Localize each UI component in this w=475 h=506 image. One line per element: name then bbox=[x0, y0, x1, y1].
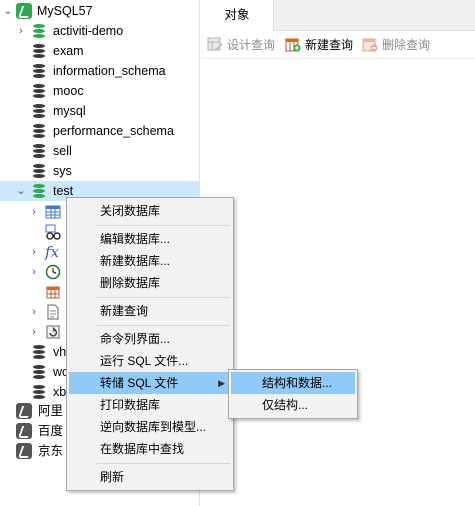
delete-query-icon bbox=[362, 38, 378, 52]
db-item-sys[interactable]: sys bbox=[0, 161, 199, 181]
design-query-icon bbox=[207, 37, 223, 51]
database-icon bbox=[33, 84, 45, 98]
menu-item-close-database[interactable]: 关闭数据库 bbox=[69, 200, 231, 222]
menu-item-find-in-database[interactable]: 在数据库中查找 bbox=[69, 438, 231, 460]
mysql-connection-icon bbox=[16, 423, 32, 439]
query-table-icon bbox=[46, 286, 60, 299]
collapse-arrow-icon[interactable]: ⌄ bbox=[16, 181, 26, 201]
new-query-label: 新建查询 bbox=[305, 38, 354, 52]
db-label: xb bbox=[53, 385, 67, 399]
mysql-connection-icon bbox=[16, 403, 32, 419]
dump-submenu: 结构和数据... 仅结构... bbox=[228, 369, 358, 419]
expand-arrow-icon[interactable]: › bbox=[29, 242, 39, 262]
tab-objects[interactable]: 对象 bbox=[201, 0, 274, 31]
menu-item-command-line[interactable]: 命令列界面... bbox=[69, 328, 231, 350]
db-label: sell bbox=[53, 144, 72, 158]
menu-separator bbox=[97, 463, 230, 464]
database-icon bbox=[33, 365, 45, 379]
expand-arrow-icon[interactable]: › bbox=[29, 262, 39, 282]
menu-item-delete-database[interactable]: 删除数据库 bbox=[69, 272, 231, 294]
database-open-icon bbox=[33, 184, 45, 198]
connection-label: 百度 bbox=[38, 424, 64, 438]
db-item-mooc[interactable]: mooc bbox=[0, 81, 199, 101]
expand-arrow-icon[interactable]: › bbox=[29, 202, 39, 222]
db-label: sys bbox=[53, 164, 72, 178]
db-item-information-schema[interactable]: information_schema bbox=[0, 61, 199, 81]
connection-label: MySQL57 bbox=[37, 4, 93, 18]
db-label: information_schema bbox=[53, 64, 166, 78]
database-icon bbox=[33, 64, 45, 78]
db-label: vh bbox=[53, 345, 67, 359]
design-query-label: 设计查询 bbox=[227, 38, 276, 52]
connection-label: 京东 bbox=[38, 444, 64, 458]
menu-item-edit-database[interactable]: 编辑数据库... bbox=[69, 228, 231, 250]
connection-label: 阿里 bbox=[38, 404, 64, 418]
new-query-icon bbox=[285, 38, 301, 52]
menu-item-new-query[interactable]: 新建查询 bbox=[69, 300, 231, 322]
db-label: activiti-demo bbox=[53, 24, 124, 38]
context-menu: 关闭数据库 编辑数据库... 新建数据库... 删除数据库 新建查询 命令列界面… bbox=[66, 197, 234, 491]
menu-separator bbox=[97, 325, 230, 326]
db-label: mysql bbox=[53, 104, 86, 118]
db-item-sell[interactable]: sell bbox=[0, 141, 199, 161]
database-open-icon bbox=[33, 24, 45, 38]
database-icon bbox=[33, 124, 45, 138]
menu-item-print-database[interactable]: 打印数据库 bbox=[69, 394, 231, 416]
menu-item-reverse-to-model[interactable]: 逆向数据库到模型... bbox=[69, 416, 231, 438]
menu-item-dump-sql-file[interactable]: 转储 SQL 文件 ▶ bbox=[69, 372, 231, 394]
database-icon bbox=[33, 104, 45, 118]
view-glasses-icon bbox=[45, 224, 61, 240]
delete-query-button[interactable]: 删除查询 bbox=[362, 36, 438, 54]
menu-item-run-sql-file[interactable]: 运行 SQL 文件... bbox=[69, 350, 231, 372]
db-label: mooc bbox=[53, 84, 84, 98]
database-icon bbox=[33, 164, 45, 178]
submenu-item-structure-and-data[interactable]: 结构和数据... bbox=[231, 372, 355, 394]
report-document-icon bbox=[47, 304, 59, 320]
submenu-item-structure-only[interactable]: 仅结构... bbox=[231, 394, 355, 416]
menu-item-refresh[interactable]: 刷新 bbox=[69, 466, 231, 488]
design-query-button[interactable]: 设计查询 bbox=[207, 36, 283, 54]
menu-separator bbox=[97, 297, 230, 298]
delete-query-label: 删除查询 bbox=[382, 38, 431, 52]
database-icon bbox=[33, 385, 45, 399]
database-icon bbox=[33, 345, 45, 359]
function-fx-icon: fx bbox=[45, 243, 60, 261]
expand-arrow-icon[interactable]: › bbox=[29, 302, 39, 322]
backup-icon bbox=[46, 325, 60, 339]
tab-bar: 对象 bbox=[201, 0, 475, 31]
database-icon bbox=[33, 44, 45, 58]
event-clock-icon bbox=[45, 264, 61, 280]
menu-item-new-database[interactable]: 新建数据库... bbox=[69, 250, 231, 272]
db-label: exam bbox=[53, 44, 84, 58]
db-item-exam[interactable]: exam bbox=[0, 41, 199, 61]
new-query-button[interactable]: 新建查询 bbox=[285, 36, 361, 54]
db-item-performance-schema[interactable]: performance_schema bbox=[0, 121, 199, 141]
collapse-arrow-icon[interactable]: ⌄ bbox=[3, 1, 13, 21]
expand-arrow-icon[interactable]: › bbox=[16, 21, 26, 41]
db-item-mysql[interactable]: mysql bbox=[0, 101, 199, 121]
db-label: performance_schema bbox=[53, 124, 174, 138]
expand-arrow-icon[interactable]: › bbox=[29, 322, 39, 342]
mysql-connection-icon bbox=[16, 443, 32, 459]
menu-separator bbox=[97, 225, 230, 226]
table-icon bbox=[45, 205, 61, 219]
db-item-activiti-demo[interactable]: › activiti-demo bbox=[0, 21, 199, 41]
connection-mysql57[interactable]: ⌄ MySQL57 bbox=[0, 1, 199, 21]
database-icon bbox=[33, 144, 45, 158]
submenu-arrow-icon: ▶ bbox=[218, 378, 225, 388]
object-toolbar: 设计查询 新建查询 删除查询 bbox=[201, 31, 475, 59]
mysql-connection-icon bbox=[16, 3, 32, 19]
